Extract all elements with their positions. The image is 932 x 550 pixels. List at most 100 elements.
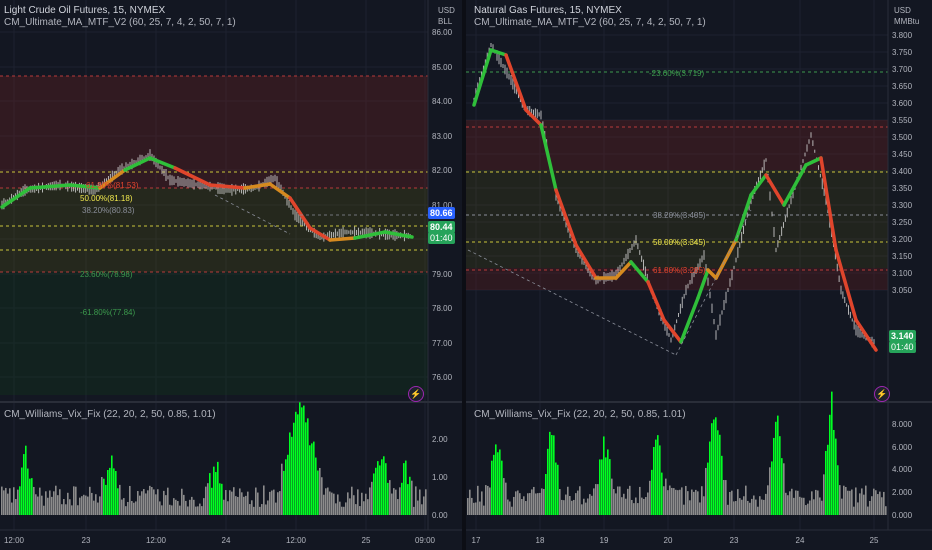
vix-bar bbox=[369, 487, 371, 515]
vix-bar bbox=[819, 497, 821, 515]
vix-bar bbox=[385, 463, 387, 515]
fib-label: 50.00%(3.345) bbox=[653, 238, 706, 247]
vix-bar bbox=[693, 491, 695, 515]
vix-bar bbox=[117, 488, 119, 515]
vix-bar bbox=[593, 488, 595, 515]
lightning-icon[interactable]: ⚡ bbox=[408, 386, 424, 402]
vix-bar bbox=[397, 499, 399, 515]
vix-bar bbox=[733, 501, 735, 515]
vix-bar bbox=[135, 501, 137, 515]
vix-bar bbox=[781, 458, 783, 515]
crude-vix-indicator-label[interactable]: CM_Williams_Vix_Fix (22, 20, 2, 50, 0.85… bbox=[4, 409, 216, 421]
vix-bar bbox=[653, 446, 655, 515]
vix-bar bbox=[567, 486, 569, 515]
natgas-chart-panel[interactable]: -23.60%(3.719) 38.20%(3.405) 50.00%(3.345)… bbox=[466, 0, 932, 550]
time-axis-tick: 18 bbox=[536, 536, 545, 545]
vix-bar bbox=[423, 496, 425, 515]
vix-bar bbox=[173, 498, 175, 515]
vix-bar bbox=[497, 452, 499, 515]
vix-bar bbox=[83, 494, 85, 515]
vix-bar bbox=[337, 494, 339, 515]
vix-bar bbox=[521, 499, 523, 515]
natgas-chart-canvas[interactable]: -23.60%(3.719) 38.20%(3.405) 50.00%(3.345)… bbox=[466, 0, 932, 550]
crude-oil-chart-panel[interactable]: 61.80%(81.53) 50.00%(81.18) 38.20%(80.83) 2… bbox=[0, 0, 462, 550]
vix-bar bbox=[479, 501, 481, 515]
vix-bar bbox=[45, 491, 47, 515]
vix-bar bbox=[779, 436, 781, 515]
vix-bar bbox=[275, 502, 277, 515]
vix-bar bbox=[857, 502, 859, 515]
vix-bar bbox=[413, 506, 415, 515]
vix-bar bbox=[721, 455, 723, 515]
vix-bar bbox=[701, 486, 703, 515]
vix-bar bbox=[849, 490, 851, 515]
vix-bar bbox=[767, 485, 769, 515]
vix-bar bbox=[667, 490, 669, 515]
vix-bar bbox=[391, 493, 393, 515]
vix-bar bbox=[315, 457, 317, 515]
fib-label: 23.60%(78.98) bbox=[80, 270, 133, 279]
moving-average-segment bbox=[328, 236, 357, 242]
crude-oil-chart-canvas[interactable]: 61.80%(81.53) 50.00%(81.18) 38.20%(80.83) 2… bbox=[0, 0, 462, 550]
vix-bar bbox=[475, 502, 477, 515]
vix-bar bbox=[139, 495, 141, 515]
vix-bar bbox=[607, 449, 609, 515]
price-axis-tick: 82.00 bbox=[432, 166, 453, 175]
vix-bar bbox=[215, 472, 217, 515]
vix-bar bbox=[85, 495, 87, 515]
vix-bar bbox=[335, 503, 337, 515]
vix-bar bbox=[661, 472, 663, 515]
natgas-unit-measure: MMBtu bbox=[894, 17, 920, 26]
vix-bar bbox=[219, 483, 221, 515]
vix-bar bbox=[865, 485, 867, 515]
vix-bar bbox=[313, 441, 315, 515]
vix-bar bbox=[405, 460, 407, 515]
vix-bar bbox=[143, 489, 145, 515]
vix-bar bbox=[419, 489, 421, 515]
vix-bar bbox=[121, 499, 123, 515]
lightning-icon[interactable]: ⚡ bbox=[874, 386, 890, 402]
vix-bar bbox=[255, 487, 257, 515]
vix-bar bbox=[1, 486, 3, 515]
vix-bar bbox=[187, 506, 189, 515]
vix-bar bbox=[879, 491, 881, 515]
vix-bar bbox=[855, 487, 857, 515]
natgas-vix-indicator-label[interactable]: CM_Williams_Vix_Fix (22, 20, 2, 50, 0.85… bbox=[474, 409, 686, 421]
vix-bar bbox=[551, 435, 553, 515]
vix-bar bbox=[39, 487, 41, 515]
vix-bar bbox=[499, 449, 501, 515]
vix-bar bbox=[229, 490, 231, 515]
vix-bar bbox=[99, 496, 101, 515]
vix-bar bbox=[575, 493, 577, 515]
vix-bar bbox=[181, 488, 183, 515]
vix-bar bbox=[41, 495, 43, 515]
price-axis-tick: 3.500 bbox=[892, 133, 913, 142]
vix-bar bbox=[537, 493, 539, 515]
price-axis-tick: 3.300 bbox=[892, 201, 913, 210]
time-axis-tick: 12:00 bbox=[4, 536, 25, 545]
vix-bar bbox=[217, 461, 219, 515]
vix-bar bbox=[327, 487, 329, 515]
vix-bar bbox=[285, 459, 287, 515]
vix-bar bbox=[627, 488, 629, 515]
vix-bar bbox=[793, 497, 795, 515]
vix-bar bbox=[487, 485, 489, 515]
vix-bar bbox=[623, 493, 625, 515]
vix-bar bbox=[613, 489, 615, 515]
vix-bar bbox=[19, 486, 21, 515]
vix-bar bbox=[471, 497, 473, 515]
vix-bar bbox=[659, 445, 661, 515]
natgas-ma-indicator-label[interactable]: CM_Ultimate_MA_MTF_V2 (60, 25, 7, 4, 2, … bbox=[474, 17, 706, 29]
vix-bar bbox=[27, 468, 29, 515]
vix-bar bbox=[719, 434, 721, 515]
vix-bar bbox=[29, 478, 31, 515]
vix-bar bbox=[297, 414, 299, 515]
vix-bar bbox=[809, 500, 811, 515]
vix-bar bbox=[519, 493, 521, 515]
time-axis-tick: 20 bbox=[664, 536, 673, 545]
vix-bar bbox=[361, 492, 363, 515]
vix-bar bbox=[329, 491, 331, 515]
vix-bar bbox=[533, 486, 535, 515]
crude-ma-indicator-label[interactable]: CM_Ultimate_MA_MTF_V2 (60, 25, 7, 4, 2, … bbox=[4, 17, 236, 29]
vix-bar bbox=[485, 485, 487, 515]
